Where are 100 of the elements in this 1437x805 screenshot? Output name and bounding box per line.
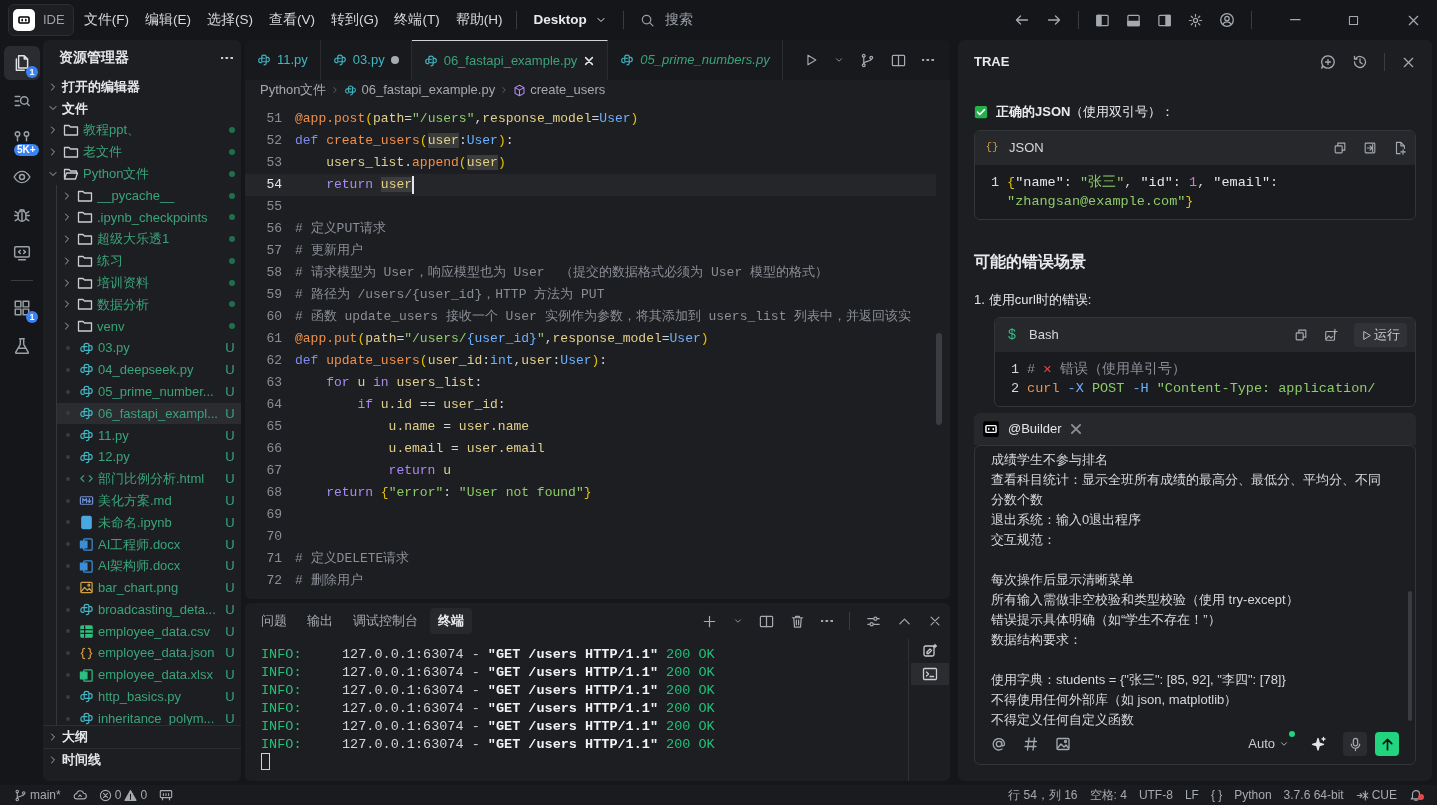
folder-item[interactable]: 教程ppt、 [43, 119, 241, 141]
sparkle-button[interactable] [1311, 736, 1327, 752]
agent-mention[interactable]: @Builder [1008, 419, 1062, 439]
status-item[interactable]: Python [1228, 786, 1278, 804]
editor-tab[interactable]: 03.py [320, 40, 412, 80]
activity-button[interactable]: 1 [3, 46, 40, 80]
new-file-button[interactable] [1393, 140, 1407, 155]
file-item[interactable]: bar_chart.png U [57, 576, 241, 599]
file-item[interactable]: 06_fastapi_exampl... U [57, 402, 241, 425]
file-item[interactable]: 美化方案.md U [57, 489, 241, 512]
menu-item[interactable]: 终端(T) [388, 9, 446, 31]
image-button[interactable] [1055, 736, 1071, 752]
status-item[interactable]: 3.7.6 64-bit [1277, 786, 1350, 804]
file-item[interactable]: 部门比例分析.html U [57, 467, 241, 490]
message-input[interactable]: 成绩学生不参与排名 查看科目统计：显示全班所有成绩的最高分、最低分、平均分、不同分数个数 退出系统：输入0退出程序 交互规范： 每次操作后显示清晰菜单 所有输入需做非空校验和类型校验（使用 try-except） 错误提示具体明确（如“学生不存在！”） 数据结构要求： 使用字典：students = {"张三": [85, 92], "李四": [78]} 不得使用任何外部库（如 json, matplotlib） 不得定义任何自定义函数 [975, 446, 1408, 732]
copy-button[interactable] [1333, 140, 1347, 155]
account-button[interactable] [1219, 12, 1236, 28]
editor-tab[interactable]: 06_fastapi_example.py [411, 40, 609, 80]
adjust-button[interactable] [866, 613, 881, 629]
scrollbar[interactable] [1407, 591, 1412, 721]
status-item[interactable]: CUE [1349, 786, 1403, 804]
new-chat-button[interactable] [1320, 54, 1336, 70]
activity-button[interactable]: 1 [3, 291, 40, 325]
folder-item[interactable]: 老文件 [43, 141, 241, 163]
status-item[interactable]: 行 54，列 16 [1002, 786, 1084, 804]
file-item[interactable]: AI工程师.docx U [57, 533, 241, 556]
menu-item[interactable]: 选择(S) [200, 9, 259, 31]
mention-button[interactable] [991, 736, 1007, 752]
section-header[interactable]: 打开的编辑器 [43, 75, 241, 98]
file-item[interactable]: inheritance_polym... U [57, 707, 241, 725]
file-item[interactable]: broadcasting_deta... U [57, 598, 241, 621]
breadcrumb-item[interactable]: create_users [513, 80, 606, 100]
run-button[interactable]: 运行 [1354, 323, 1407, 347]
panel-tab[interactable]: 调试控制台 [345, 608, 426, 634]
send-button[interactable] [1375, 732, 1399, 756]
panel-tab[interactable]: 输出 [299, 608, 341, 634]
folder-item[interactable]: 练习 [57, 250, 241, 272]
editor-tab[interactable]: 11.py [245, 40, 321, 80]
folder-item[interactable]: venv [57, 315, 241, 338]
split-terminal-button[interactable] [759, 613, 775, 629]
status-item[interactable]: UTF-8 [1132, 786, 1179, 804]
breadcrumb-item[interactable]: 06_fastapi_example.py [344, 80, 496, 100]
file-item[interactable]: 04_deepseek.py U [57, 359, 241, 381]
file-item[interactable]: http_basics.py U [57, 685, 241, 708]
folder-item[interactable]: 数据分析 [57, 293, 241, 316]
settings-button[interactable] [1188, 12, 1204, 28]
new-terminal-button[interactable] [702, 613, 718, 629]
model-dropdown[interactable]: Auto [1248, 734, 1295, 754]
right-panel-toggle-button[interactable] [1157, 12, 1173, 28]
split-editor-button[interactable] [891, 52, 907, 68]
problems-indicator[interactable]: 0 0 [92, 786, 154, 804]
forward-button[interactable] [1046, 12, 1063, 28]
maximize-button[interactable] [1347, 13, 1360, 27]
menu-item[interactable]: 编辑(E) [138, 9, 197, 31]
back-button[interactable] [1014, 12, 1031, 28]
editor-tab[interactable]: 05_prime_numbers.py [608, 40, 783, 80]
close-panel-button[interactable] [928, 614, 942, 628]
file-item[interactable]: 12.py U [57, 446, 241, 468]
copy-button[interactable] [1294, 328, 1308, 342]
section-header[interactable]: 文件 [43, 97, 241, 120]
panel-tab[interactable]: 终端 [430, 608, 472, 634]
sidebar-toggle-button[interactable] [1095, 12, 1111, 28]
status-item[interactable]: { } [1204, 786, 1229, 804]
menu-item[interactable]: 帮助(H) [449, 9, 509, 31]
file-item[interactable]: 05_prime_number... U [57, 380, 241, 403]
folder-item[interactable]: __pycache__ [57, 184, 241, 207]
folder-item[interactable]: 超级大乐透1 [57, 228, 241, 250]
workspace-dropdown[interactable]: Desktop [525, 9, 615, 31]
minimize-button[interactable] [1290, 19, 1301, 21]
search-field[interactable]: 搜索 [662, 8, 743, 32]
panel-tab[interactable]: 问题 [253, 608, 295, 634]
folder-item[interactable]: Python文件 [43, 162, 241, 185]
folder-item[interactable]: .ipynb_checkpoints [57, 206, 241, 229]
panel-toggle-button[interactable] [1126, 12, 1142, 28]
status-item[interactable]: LF [1178, 786, 1205, 804]
menu-item[interactable]: 文件(F) [77, 9, 135, 31]
section-header[interactable]: 时间线 [43, 749, 241, 771]
menu-item[interactable]: 转到(G) [324, 9, 385, 31]
branch-indicator[interactable]: main* [8, 786, 67, 804]
file-item[interactable]: 03.py U [57, 337, 241, 359]
hash-button[interactable] [1023, 736, 1039, 752]
file-item[interactable]: employee_data.csv U [57, 620, 241, 643]
run-button[interactable] [804, 53, 819, 67]
status-item[interactable]: 空格: 4 [1083, 786, 1133, 804]
file-item[interactable]: employee_data.json U [57, 642, 241, 665]
file-item[interactable]: 未命名.ipynb U [57, 511, 241, 534]
folder-item[interactable]: 培训资料 [57, 271, 241, 294]
microphone-button[interactable] [1343, 732, 1367, 756]
breadcrumb-item[interactable]: Python文件 [260, 80, 327, 100]
activity-button[interactable]: 5K+ [3, 122, 40, 156]
history-button[interactable] [1352, 54, 1368, 70]
file-item[interactable]: employee_data.xlsx U [57, 664, 241, 686]
file-item[interactable]: AI架构师.docx U [57, 555, 241, 577]
delete-button[interactable] [790, 613, 806, 629]
file-item[interactable]: 11.py U [57, 424, 241, 447]
insert-button[interactable] [1363, 140, 1377, 155]
terminal-edit-button[interactable] [921, 643, 938, 659]
scrollbar[interactable] [936, 333, 942, 425]
section-header[interactable]: 大纲 [43, 726, 241, 748]
menu-item[interactable]: 查看(V) [262, 9, 321, 31]
